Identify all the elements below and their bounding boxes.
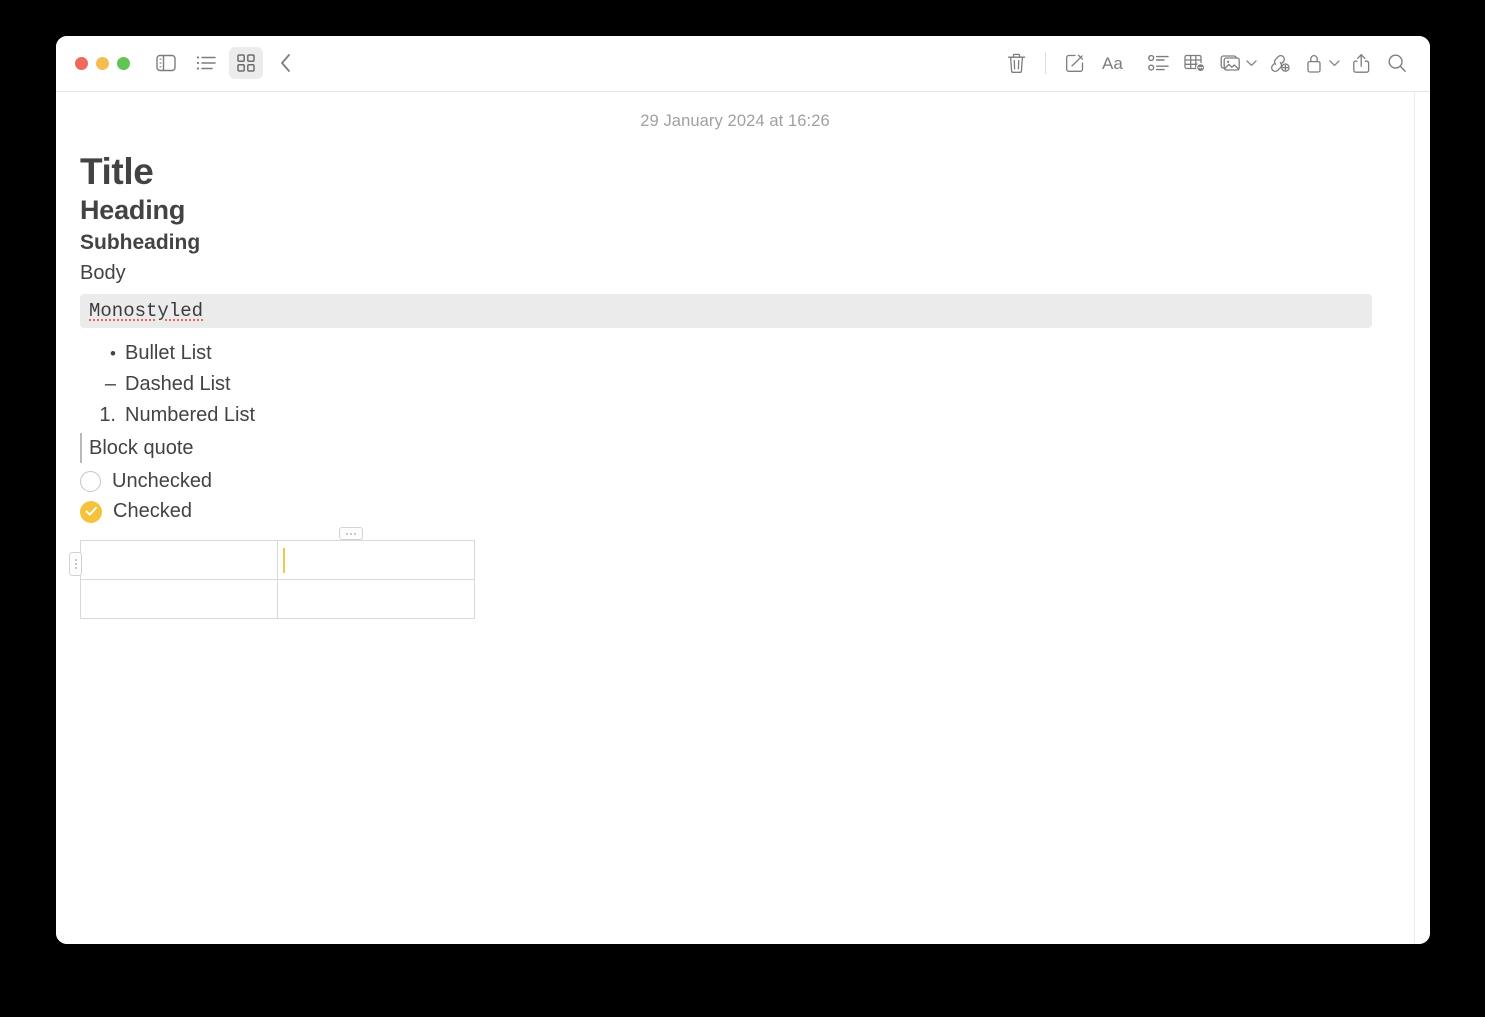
trash-icon[interactable] xyxy=(999,47,1033,79)
table-cell-r0c1[interactable] xyxy=(277,540,475,581)
content-right-divider xyxy=(1414,92,1415,944)
note-text-body[interactable]: Title Heading Subheading Body Monostyled… xyxy=(56,131,1430,620)
dashed-list-item: – Dashed List xyxy=(80,369,1406,400)
format-aa-icon[interactable]: Aa xyxy=(1094,47,1140,79)
toolbar-left-group xyxy=(149,47,303,79)
minimize-button[interactable] xyxy=(96,57,109,70)
checklist-icon[interactable] xyxy=(1142,47,1176,79)
link-icon[interactable] xyxy=(1261,47,1295,79)
note-body-text: Body xyxy=(80,262,126,285)
unchecked-circle-icon[interactable] xyxy=(80,471,101,493)
table-cell-r0c0[interactable] xyxy=(80,540,278,581)
note-content-area: 29 January 2024 at 16:26 Title Heading S… xyxy=(56,92,1430,944)
bullet-list-label: Bullet List xyxy=(125,342,212,365)
traffic-lights xyxy=(75,57,130,70)
share-icon[interactable] xyxy=(1344,47,1378,79)
note-table-wrapper xyxy=(69,527,475,620)
table-cell-r1c0[interactable] xyxy=(80,579,278,620)
numbered-list-item: 1. Numbered List xyxy=(80,400,1406,431)
unchecked-label: Unchecked xyxy=(112,470,213,493)
bullet-list-item: • Bullet List xyxy=(80,338,1406,369)
search-icon[interactable] xyxy=(1380,47,1414,79)
blockquote-text: Block quote xyxy=(89,437,194,460)
number-marker: 1. xyxy=(99,404,116,427)
list-view-icon[interactable] xyxy=(189,47,223,79)
checked-label: Checked xyxy=(113,500,192,523)
sidebar-toggle-icon[interactable] xyxy=(149,47,183,79)
numbered-list-label: Numbered List xyxy=(125,404,256,427)
table-icon[interactable] xyxy=(1178,47,1212,79)
toolbar-divider xyxy=(1045,52,1046,74)
note-timestamp: 29 January 2024 at 16:26 xyxy=(640,112,830,130)
lock-icon[interactable] xyxy=(1297,47,1331,79)
dash-marker: – xyxy=(104,373,116,396)
text-caret xyxy=(283,548,285,574)
window-toolbar: Aa xyxy=(56,36,1430,92)
table-row[interactable] xyxy=(80,540,475,581)
lock-chevron-down-icon[interactable] xyxy=(1329,54,1340,72)
toolbar-right-group: Aa xyxy=(999,47,1414,79)
checked-circle-icon[interactable] xyxy=(80,500,102,523)
checklist-item-unchecked[interactable]: Unchecked xyxy=(80,470,1406,493)
svg-text:Aa: Aa xyxy=(1102,54,1123,73)
checklist-item-checked[interactable]: Checked xyxy=(80,500,1406,523)
table-cell-r1c1[interactable] xyxy=(277,579,475,620)
blockquote-row: Block quote xyxy=(80,433,1406,464)
bullet-marker: • xyxy=(110,344,116,364)
close-button[interactable] xyxy=(75,57,88,70)
grid-view-icon[interactable] xyxy=(229,47,263,79)
note-subheading-text: Subheading xyxy=(80,230,201,254)
note-title-text: Title xyxy=(80,151,154,192)
dashed-list-label: Dashed List xyxy=(125,373,231,396)
table-row[interactable] xyxy=(80,579,475,620)
table-column-handle[interactable] xyxy=(339,527,363,541)
back-chevron-icon[interactable] xyxy=(269,47,303,79)
media-icon[interactable] xyxy=(1214,47,1248,79)
note-table[interactable] xyxy=(80,540,475,620)
compose-icon[interactable] xyxy=(1058,47,1092,79)
blockquote-bar xyxy=(80,433,82,464)
notes-window: Aa 29 January 2024 at 16:26 Title Headin… xyxy=(56,36,1430,944)
media-chevron-down-icon[interactable] xyxy=(1246,54,1257,72)
note-heading-text: Heading xyxy=(80,195,186,226)
maximize-button[interactable] xyxy=(117,57,130,70)
monostyled-text: Monostyled xyxy=(89,300,204,323)
monostyled-block: Monostyled xyxy=(80,294,1372,329)
